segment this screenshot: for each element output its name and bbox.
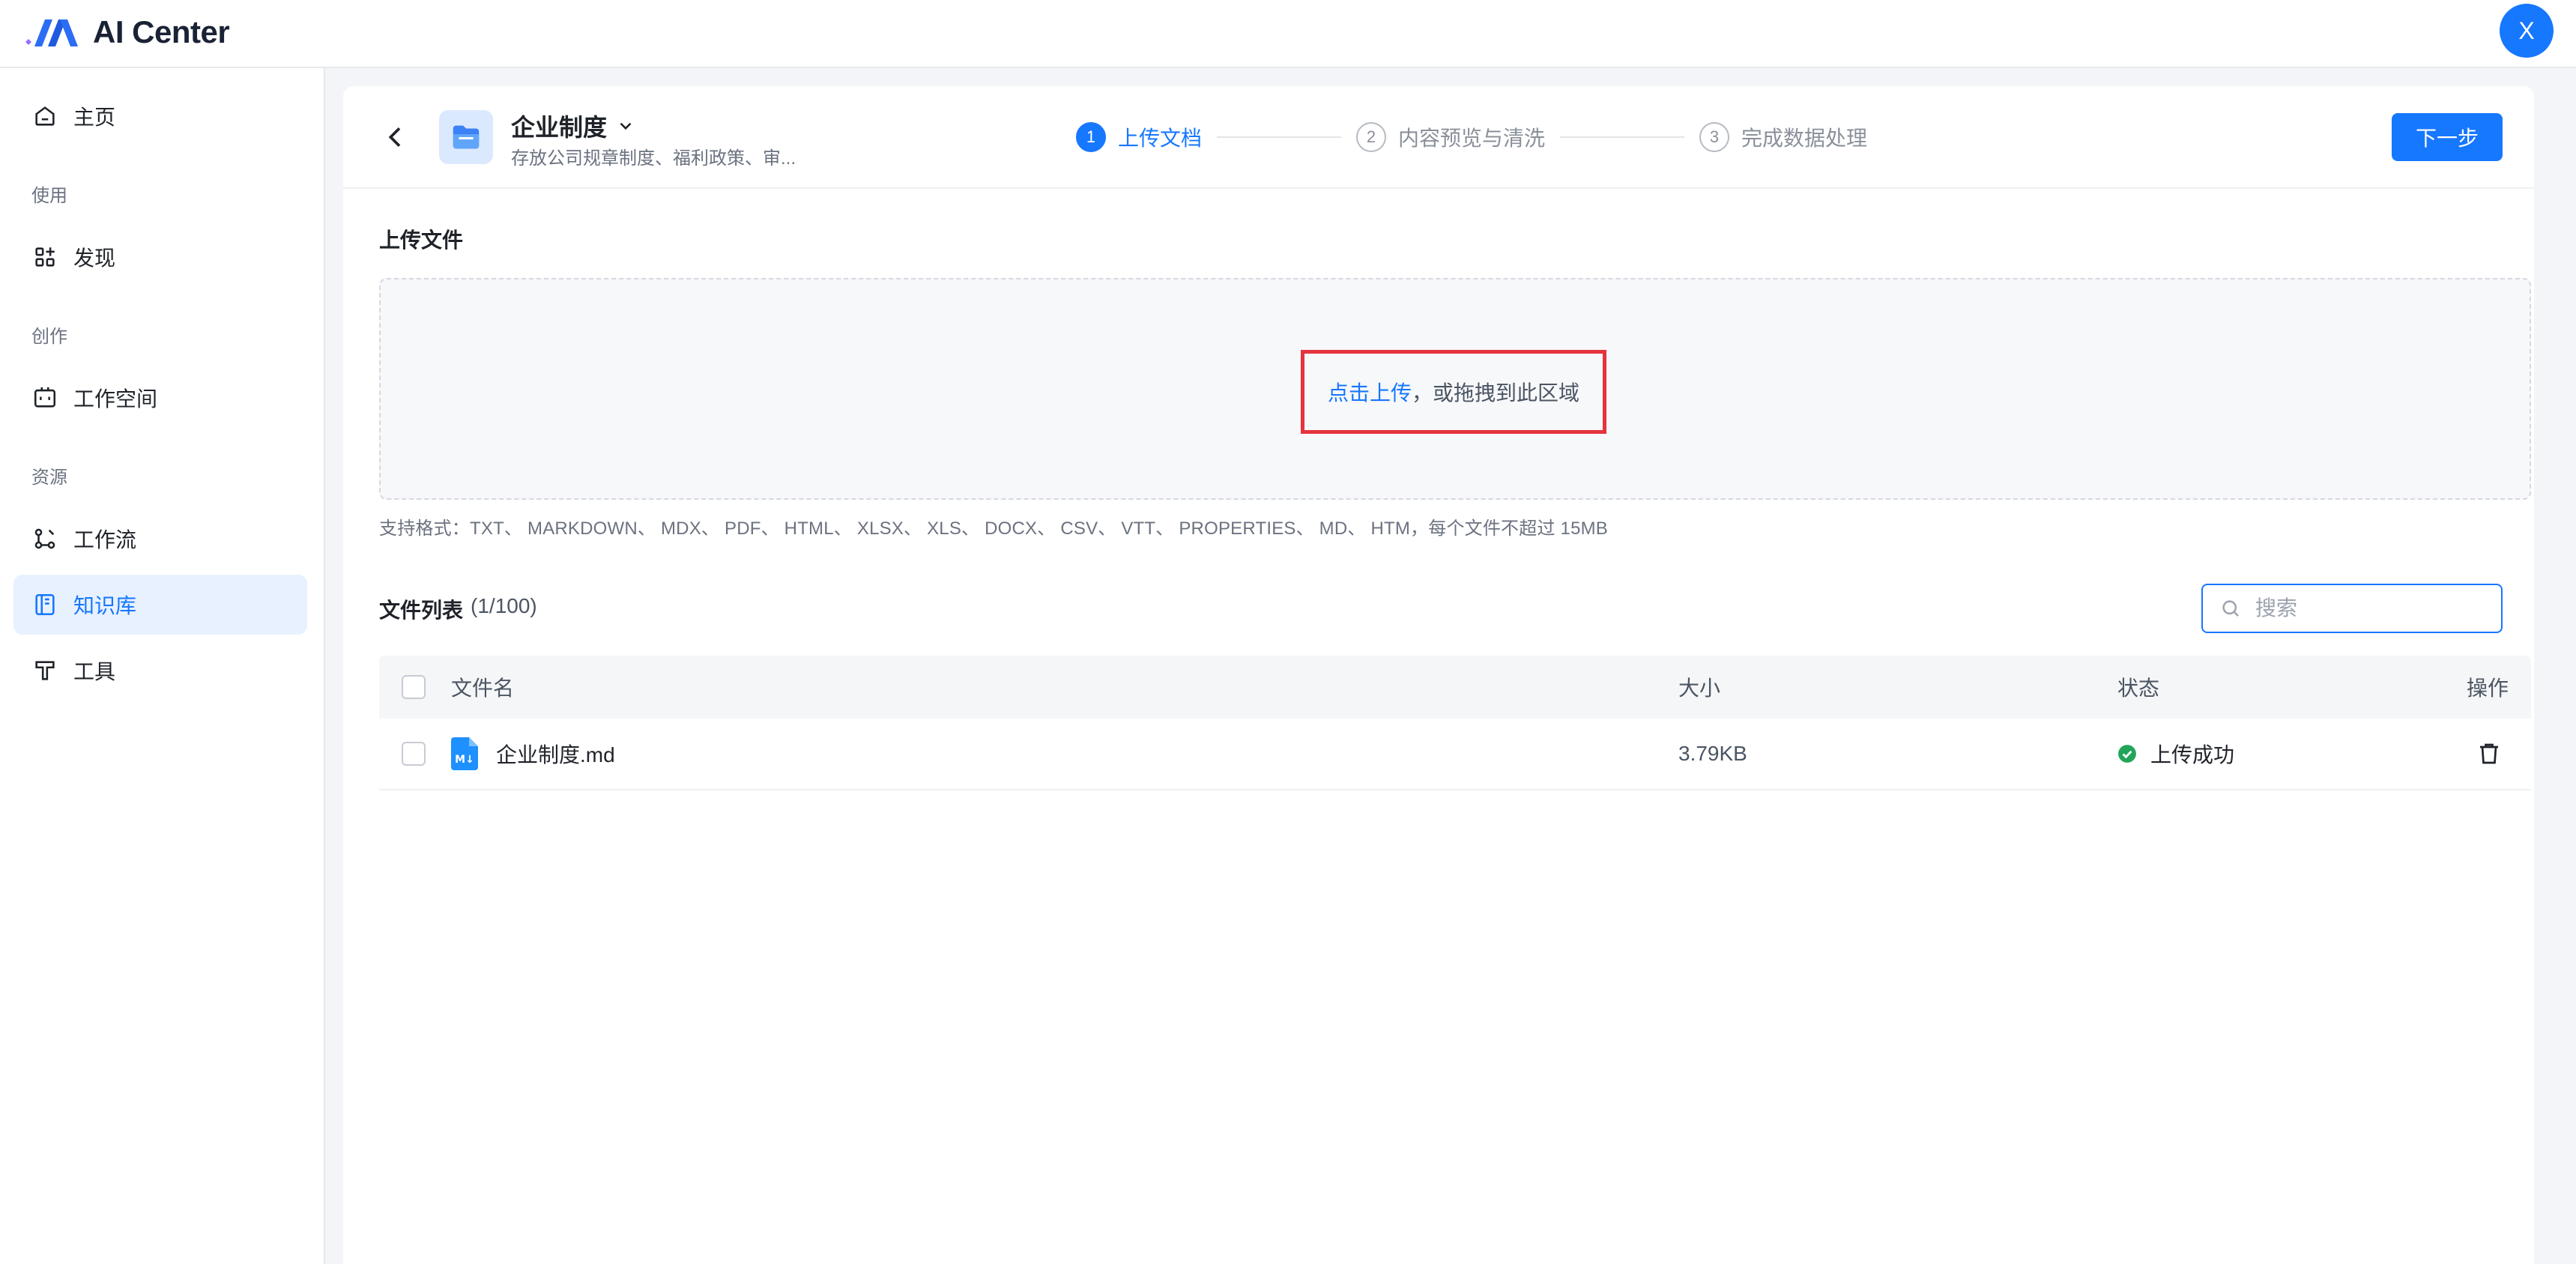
kb-title-text: 企业制度 [511,114,608,141]
sidebar-item-knowledge-base[interactable]: 知识库 [13,575,307,635]
column-header-size: 大小 [1678,677,1721,700]
chevron-down-icon [620,122,632,130]
sidebar-item-label: 工作流 [73,528,137,551]
sidebar-item-workflow[interactable]: 工作流 [13,509,307,569]
search-input[interactable] [2255,596,2480,620]
supported-formats: 支持格式：TXT、 MARKDOWN、 MDX、 PDF、 HTML、 XLSX… [379,518,1609,539]
sidebar-section-use: 使用 [31,186,67,206]
file-status-cell: 上传成功 [2117,719,2234,789]
check-circle-icon [2118,745,2136,763]
back-button[interactable] [381,122,411,152]
column-header-action: 操作 [2467,677,2509,700]
sidebar: 主页 使用 发现 创作 工作空间 资源 工作流 知识库 工具 [0,68,325,1264]
tool-icon [31,657,58,684]
table-header: 文件名 大小 状态 操作 [379,656,2531,719]
knowledge-base-description: 存放公司规章制度、福利政策、审... [511,148,796,169]
step-label: 上传文档 [1118,127,1203,150]
file-status: 上传成功 [2150,743,2235,766]
sidebar-item-label: 主页 [73,106,116,129]
file-table: 文件名 大小 状态 操作 M↓ 企业制度.md 3.79KB 上传成功 [379,656,2531,790]
step-number: 1 [1076,122,1106,152]
step-complete: 3 完成数据处理 [1699,122,1867,152]
step-divider [1560,136,1685,138]
upload-dropzone[interactable]: 点击上传 ，或拖拽到此区域 [379,278,2531,500]
step-label: 完成数据处理 [1741,127,1868,150]
folder-icon [439,110,493,164]
file-name: 企业制度.md [496,743,615,766]
row-checkbox[interactable] [402,742,426,766]
user-avatar[interactable]: X [2500,4,2554,58]
trash-icon[interactable] [2476,740,2503,767]
sidebar-item-home[interactable]: 主页 [13,86,307,146]
sidebar-item-label: 工作空间 [73,387,158,411]
home-icon [31,103,58,130]
workflow-icon [31,525,58,552]
sidebar-item-workspace[interactable]: 工作空间 [13,368,307,428]
markdown-file-icon: M↓ [451,737,478,770]
search-icon [2222,600,2239,617]
stepper: 1 上传文档 2 内容预览与清洗 3 完成数据处理 [1076,122,1867,152]
step-number: 3 [1699,122,1730,152]
app-name: AI Center [93,14,230,49]
next-step-button[interactable]: 下一步 [2392,113,2503,161]
step-preview: 2 内容预览与清洗 [1356,122,1545,152]
app-logo[interactable]: AI Center [22,13,230,51]
file-count: (1/100) [471,594,537,617]
card-header: 企业制度 存放公司规章制度、福利政策、审... 1 上传文档 2 内容预览与清洗… [343,86,2534,189]
sidebar-item-label: 发现 [73,247,116,270]
upload-section-title: 上传文件 [379,229,464,252]
main-panel: 企业制度 存放公司规章制度、福利政策、审... 1 上传文档 2 内容预览与清洗… [343,86,2534,1264]
sidebar-item-label: 知识库 [73,594,137,617]
top-bar: AI Center X [0,0,2576,68]
file-name-cell[interactable]: M↓ 企业制度.md [451,719,615,789]
step-divider [1217,136,1342,138]
column-header-name: 文件名 [451,677,515,700]
file-size: 3.79KB [1678,742,1747,765]
book-icon [31,591,58,618]
sidebar-item-discover[interactable]: 发现 [13,227,307,287]
table-row: M↓ 企业制度.md 3.79KB 上传成功 [379,719,2531,790]
step-number: 2 [1356,122,1387,152]
upload-prompt[interactable]: 点击上传 ，或拖拽到此区域 [1301,350,1606,434]
svg-text:M↓: M↓ [455,754,474,766]
drag-hint: ，或拖拽到此区域 [1412,381,1580,405]
chevron-left-icon [388,127,401,147]
click-upload-link[interactable]: 点击上传 [1328,377,1412,407]
knowledge-base-title[interactable]: 企业制度 [511,109,635,143]
grid-icon [31,244,58,270]
sidebar-item-tools[interactable]: 工具 [13,641,307,701]
step-upload: 1 上传文档 [1076,122,1202,152]
step-label: 内容预览与清洗 [1398,127,1546,150]
logo-icon [25,19,78,46]
sidebar-section-create: 创作 [31,327,67,347]
select-all-checkbox[interactable] [402,675,426,699]
sidebar-section-resources: 资源 [31,468,67,488]
sidebar-item-label: 工具 [73,660,116,683]
search-box[interactable] [2201,584,2503,633]
workspace-icon [31,384,58,411]
column-header-status: 状态 [2117,677,2160,700]
file-list-title: 文件列表 (1/100) [379,594,537,624]
file-list-label: 文件列表 [379,599,464,622]
